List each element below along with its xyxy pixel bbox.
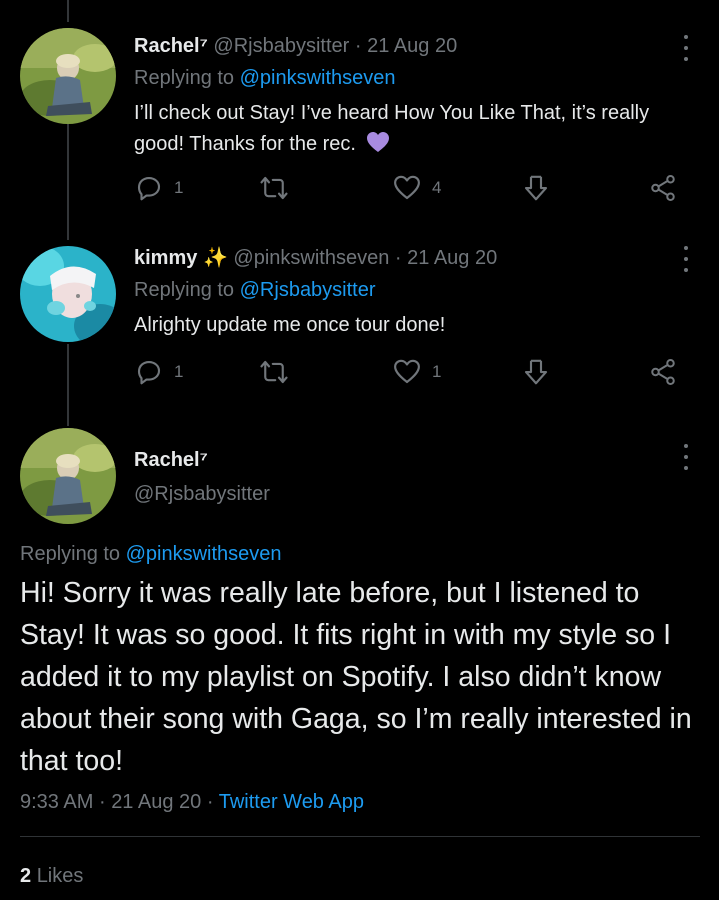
- reply-count: 1: [174, 178, 184, 197]
- reply-icon: [137, 176, 161, 201]
- tweet-actions: 1 4: [134, 172, 694, 204]
- separator-dot: ·: [98, 791, 106, 813]
- bookmark-icon: [524, 359, 548, 385]
- main-replying-to: Replying to @pinkswithseven: [20, 540, 282, 568]
- replying-prefix: Replying to: [134, 67, 235, 89]
- avatar-rachel-main[interactable]: [20, 428, 116, 524]
- like-icon: [394, 359, 420, 384]
- sparkles-emoji: ✨: [202, 247, 228, 269]
- replying-to-link[interactable]: @pinkswithseven: [240, 67, 396, 89]
- like-button[interactable]: 4: [392, 172, 441, 204]
- bookmark-icon: [524, 175, 548, 201]
- retweet-icon: [260, 360, 288, 384]
- thread-line-1: [67, 122, 69, 240]
- tweet-text: I’ll check out Stay! I’ve heard How You …: [134, 98, 694, 160]
- tweet-text-content: Alrighty update me once tour done!: [134, 314, 446, 336]
- bookmark-button[interactable]: [521, 356, 551, 388]
- display-name[interactable]: Rachel⁷: [134, 35, 208, 57]
- main-display-name[interactable]: Rachel⁷: [134, 446, 208, 474]
- reply-count: 1: [174, 362, 184, 381]
- share-icon: [651, 359, 675, 385]
- share-button[interactable]: [648, 172, 678, 204]
- likes-label: Likes: [36, 865, 84, 887]
- thread-line-2: [67, 344, 69, 426]
- reply-button[interactable]: 1: [134, 356, 183, 388]
- tweet-time[interactable]: 9:33 AM: [20, 791, 93, 813]
- like-count: 1: [432, 362, 442, 381]
- like-button[interactable]: 1: [392, 356, 441, 388]
- replying-to: Replying to @pinkswithseven: [134, 65, 396, 91]
- replying-to-link[interactable]: @Rjsbabysitter: [240, 279, 376, 301]
- share-icon: [651, 175, 675, 201]
- main-tweet-text: Hi! Sorry it was really late before, but…: [20, 577, 692, 777]
- likes-summary[interactable]: 2 Likes: [20, 862, 83, 890]
- replying-prefix: Replying to: [134, 279, 235, 301]
- like-icon: [394, 175, 420, 200]
- main-user-handle[interactable]: @Rjsbabysitter: [134, 480, 270, 508]
- reply-button[interactable]: 1: [134, 172, 183, 204]
- avatar-rachel[interactable]: [20, 28, 116, 124]
- purple-heart-emoji-icon: [366, 132, 389, 152]
- retweet-icon: [260, 176, 288, 200]
- tweet-text-content: I’ll check out Stay! I’ve heard How You …: [134, 102, 650, 155]
- likes-count: 2: [20, 865, 32, 887]
- thread-line-top: [67, 0, 69, 22]
- retweet-button[interactable]: [259, 172, 299, 204]
- tweet-date[interactable]: 21 Aug 20: [367, 35, 457, 57]
- bookmark-button[interactable]: [521, 172, 551, 204]
- user-handle[interactable]: @Rjsbabysitter: [213, 35, 349, 57]
- separator-dot: ·: [354, 35, 362, 57]
- retweet-button[interactable]: [259, 356, 299, 388]
- more-icon[interactable]: [681, 444, 691, 470]
- separator-dot: ·: [394, 247, 402, 269]
- tweet-meta: 9:33 AM · 21 Aug 20 · Twitter Web App: [20, 788, 364, 816]
- more-icon[interactable]: [681, 35, 691, 61]
- divider: [20, 836, 700, 837]
- display-name[interactable]: kimmy: [134, 247, 197, 269]
- tweet-header: kimmy ✨ @pinkswithseven · 21 Aug 20: [134, 245, 497, 271]
- replying-to: Replying to @Rjsbabysitter: [134, 277, 376, 303]
- tweet-date[interactable]: 21 Aug 20: [407, 247, 497, 269]
- like-count: 4: [432, 178, 442, 197]
- reply-icon: [137, 360, 161, 385]
- replying-to-link[interactable]: @pinkswithseven: [126, 543, 282, 565]
- separator-dot: ·: [206, 791, 214, 813]
- tweet-date[interactable]: 21 Aug 20: [111, 791, 201, 813]
- more-icon[interactable]: [681, 246, 691, 272]
- replying-prefix: Replying to: [20, 543, 121, 565]
- tweet-header: Rachel⁷ @Rjsbabysitter · 21 Aug 20: [134, 33, 457, 59]
- share-button[interactable]: [648, 356, 678, 388]
- user-handle[interactable]: @pinkswithseven: [233, 247, 389, 269]
- tweet-text: Alrighty update me once tour done!: [134, 310, 694, 341]
- tweet-actions: 1 1: [134, 356, 694, 388]
- avatar-kimmy[interactable]: [20, 246, 116, 342]
- tweet-source[interactable]: Twitter Web App: [219, 791, 364, 813]
